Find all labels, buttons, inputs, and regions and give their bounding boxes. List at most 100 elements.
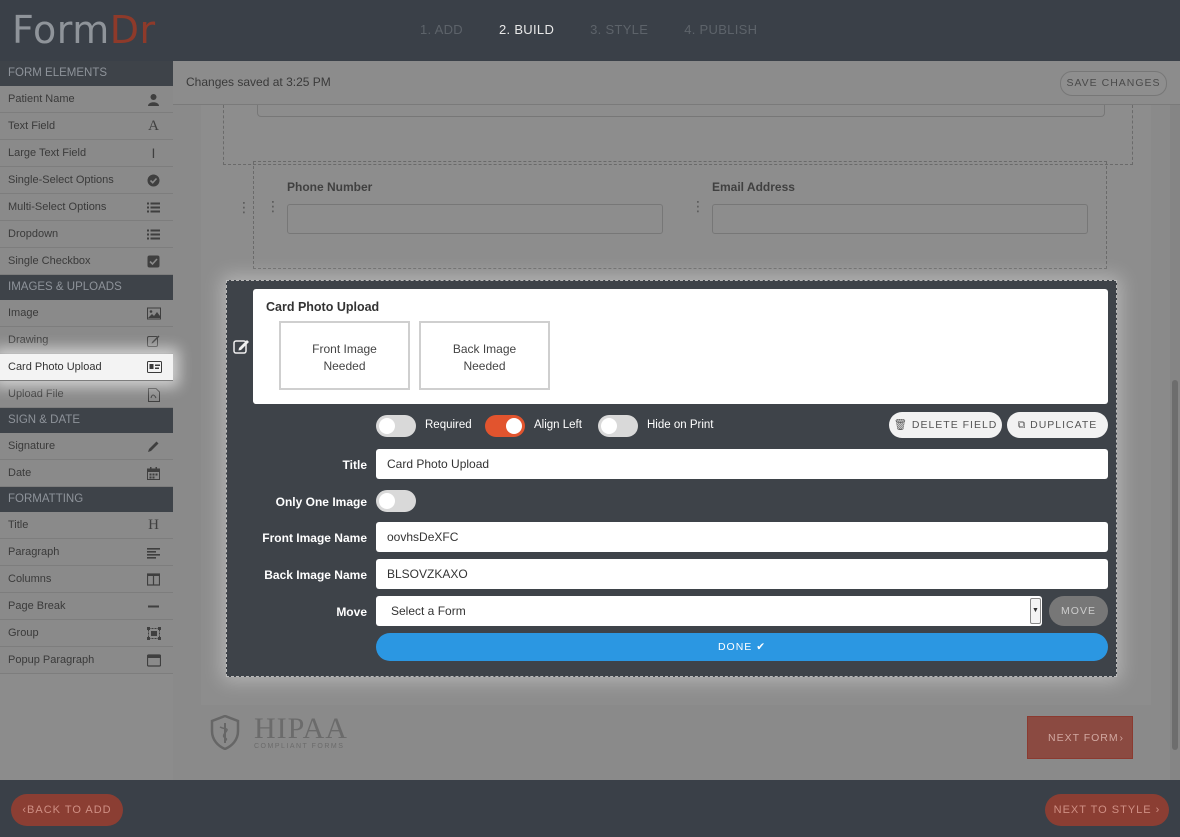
hipaa-subtitle: COMPLIANT FORMS bbox=[254, 743, 345, 750]
save-changes-button[interactable]: SAVE CHANGES bbox=[1060, 71, 1167, 96]
toggle-knob bbox=[506, 418, 522, 434]
tab-add[interactable]: 1. ADD bbox=[420, 22, 463, 37]
required-toggle[interactable] bbox=[376, 415, 416, 437]
hide-on-print-label: Hide on Print bbox=[647, 419, 714, 431]
back-image-text: Back Image bbox=[452, 342, 517, 356]
sidebar-item-patient-name[interactable]: Patient Name bbox=[0, 86, 173, 113]
section-formatting: FORMATTING bbox=[0, 487, 173, 512]
sidebar-item-label: Date bbox=[8, 467, 32, 479]
hipaa-title: HIPAA bbox=[254, 712, 348, 745]
move-button[interactable]: MOVE bbox=[1049, 596, 1108, 626]
sidebar-item-label: Single Checkbox bbox=[8, 255, 91, 267]
drag-handle-icon[interactable]: ⋮ bbox=[237, 200, 251, 214]
user-icon bbox=[147, 93, 160, 106]
title-input[interactable]: Card Photo Upload bbox=[376, 449, 1108, 479]
sidebar-item-page-break[interactable]: Page Break bbox=[0, 593, 173, 620]
sidebar-item-group[interactable]: Group bbox=[0, 620, 173, 647]
shield-icon bbox=[210, 714, 240, 751]
sidebar-item-label: Large Text Field bbox=[8, 147, 87, 159]
drag-handle-icon[interactable]: ⋮ bbox=[691, 199, 705, 213]
front-image-name-label: Front Image Name bbox=[262, 531, 367, 545]
move-label: Move bbox=[336, 605, 367, 619]
sidebar-item-single-select[interactable]: Single-Select Options bbox=[0, 167, 173, 194]
save-status: Changes saved at 3:25 PM bbox=[186, 75, 331, 89]
sidebar-item-signature[interactable]: Signature bbox=[0, 433, 173, 460]
check-icon: ✔ bbox=[756, 641, 767, 653]
calendar-icon bbox=[147, 467, 160, 480]
sidebar: FORM ELEMENTS Patient Name Text Field A L… bbox=[0, 61, 173, 780]
drag-handle-icon[interactable]: ⋮ bbox=[266, 199, 280, 213]
sidebar-item-label: Card Photo Upload bbox=[8, 361, 102, 373]
hide-on-print-toggle[interactable] bbox=[598, 415, 638, 437]
only-one-image-toggle[interactable] bbox=[376, 490, 416, 512]
contact-row-block[interactable]: ⋮ Phone Number ⋮ Email Address bbox=[253, 161, 1107, 269]
scrollbar-thumb[interactable] bbox=[1172, 380, 1178, 750]
tab-build[interactable]: 2. BUILD bbox=[499, 22, 554, 37]
done-button[interactable]: DONE ✔ bbox=[376, 633, 1108, 661]
back-image-box[interactable]: Back Image Needed bbox=[419, 321, 550, 390]
sidebar-item-drawing[interactable]: Drawing bbox=[0, 327, 173, 354]
sidebar-item-dropdown[interactable]: Dropdown bbox=[0, 221, 173, 248]
delete-field-button[interactable]: 🗑 DELETE FIELD bbox=[889, 412, 1002, 438]
sidebar-item-large-text-field[interactable]: Large Text Field I bbox=[0, 140, 173, 167]
duplicate-label: DUPLICATE bbox=[1030, 419, 1098, 431]
sidebar-item-columns[interactable]: Columns bbox=[0, 566, 173, 593]
edit-icon[interactable] bbox=[233, 338, 251, 354]
sidebar-item-multi-select[interactable]: Multi-Select Options bbox=[0, 194, 173, 221]
sidebar-item-label: Image bbox=[8, 307, 39, 319]
sidebar-item-image[interactable]: Image bbox=[0, 300, 173, 327]
sidebar-item-date[interactable]: Date bbox=[0, 460, 173, 487]
scrollbar-track[interactable] bbox=[1170, 105, 1180, 780]
sidebar-item-upload-file[interactable]: Upload File bbox=[0, 381, 173, 408]
tab-publish[interactable]: 4. PUBLISH bbox=[684, 22, 757, 37]
front-image-needed-text: Needed bbox=[323, 359, 366, 373]
sidebar-item-label: Title bbox=[8, 519, 29, 531]
next-to-style-label: NEXT TO STYLE bbox=[1053, 804, 1152, 816]
list-icon bbox=[147, 228, 160, 241]
sidebar-item-label: Patient Name bbox=[8, 93, 75, 105]
front-image-text: Front Image bbox=[312, 342, 377, 356]
sidebar-item-label: Drawing bbox=[8, 334, 49, 346]
previous-field-block[interactable] bbox=[223, 105, 1133, 165]
logo[interactable]: FormDr bbox=[12, 8, 156, 52]
front-image-box[interactable]: Front Image Needed bbox=[279, 321, 410, 390]
top-bar: FormDr 1. ADD 2. BUILD 3. STYLE 4. PUBLI… bbox=[0, 0, 1180, 61]
image-icon bbox=[147, 307, 161, 320]
move-form-select[interactable]: Select a Form ▼ bbox=[376, 596, 1042, 626]
save-bar: Changes saved at 3:25 PM SAVE CHANGES bbox=[173, 61, 1180, 105]
next-form-button[interactable]: NEXT FORM › bbox=[1027, 716, 1133, 759]
section-sign-date: SIGN & DATE bbox=[0, 408, 173, 433]
sidebar-item-label: Multi-Select Options bbox=[8, 201, 107, 213]
back-to-add-label: BACK TO ADD bbox=[27, 804, 112, 816]
email-address-input[interactable] bbox=[712, 204, 1088, 234]
sidebar-item-label: Page Break bbox=[8, 600, 66, 612]
window-icon bbox=[146, 654, 162, 667]
next-form-label: NEXT FORM bbox=[1048, 732, 1119, 744]
chevron-down-icon[interactable]: ▼ bbox=[1030, 598, 1041, 624]
sidebar-item-label: Upload File bbox=[8, 388, 64, 400]
trash-icon: 🗑 bbox=[893, 419, 912, 431]
next-to-style-button[interactable]: NEXT TO STYLE › bbox=[1045, 794, 1169, 826]
sidebar-item-label: Single-Select Options bbox=[8, 174, 114, 186]
check-circle-icon bbox=[147, 174, 160, 187]
phone-number-label: Phone Number bbox=[287, 180, 373, 194]
back-to-add-button[interactable]: ‹BACK TO ADD bbox=[11, 794, 123, 826]
align-left-icon bbox=[147, 546, 160, 559]
tab-style[interactable]: 3. STYLE bbox=[590, 22, 648, 37]
sidebar-item-label: Popup Paragraph bbox=[8, 654, 95, 666]
sidebar-item-popup-paragraph[interactable]: Popup Paragraph bbox=[0, 647, 173, 674]
phone-number-input[interactable] bbox=[287, 204, 663, 234]
sidebar-item-card-photo-upload[interactable]: Card Photo Upload bbox=[0, 354, 173, 381]
group-icon bbox=[147, 627, 161, 640]
align-left-toggle[interactable] bbox=[485, 415, 525, 437]
card-photo-upload-preview: Card Photo Upload Front Image Needed Back… bbox=[253, 289, 1108, 404]
back-image-name-input[interactable]: BLSOVZKAXO bbox=[376, 559, 1108, 589]
sidebar-item-label: Dropdown bbox=[8, 228, 59, 240]
sidebar-item-text-field[interactable]: Text Field A bbox=[0, 113, 173, 140]
duplicate-button[interactable]: ⧉ DUPLICATE bbox=[1007, 412, 1108, 438]
hipaa-logo: HIPAA COMPLIANT FORMS bbox=[210, 714, 350, 754]
sidebar-item-single-checkbox[interactable]: Single Checkbox bbox=[0, 248, 173, 275]
sidebar-item-title[interactable]: Title H bbox=[0, 512, 173, 539]
front-image-name-input[interactable]: oovhsDeXFC bbox=[376, 522, 1108, 552]
sidebar-item-paragraph[interactable]: Paragraph bbox=[0, 539, 173, 566]
